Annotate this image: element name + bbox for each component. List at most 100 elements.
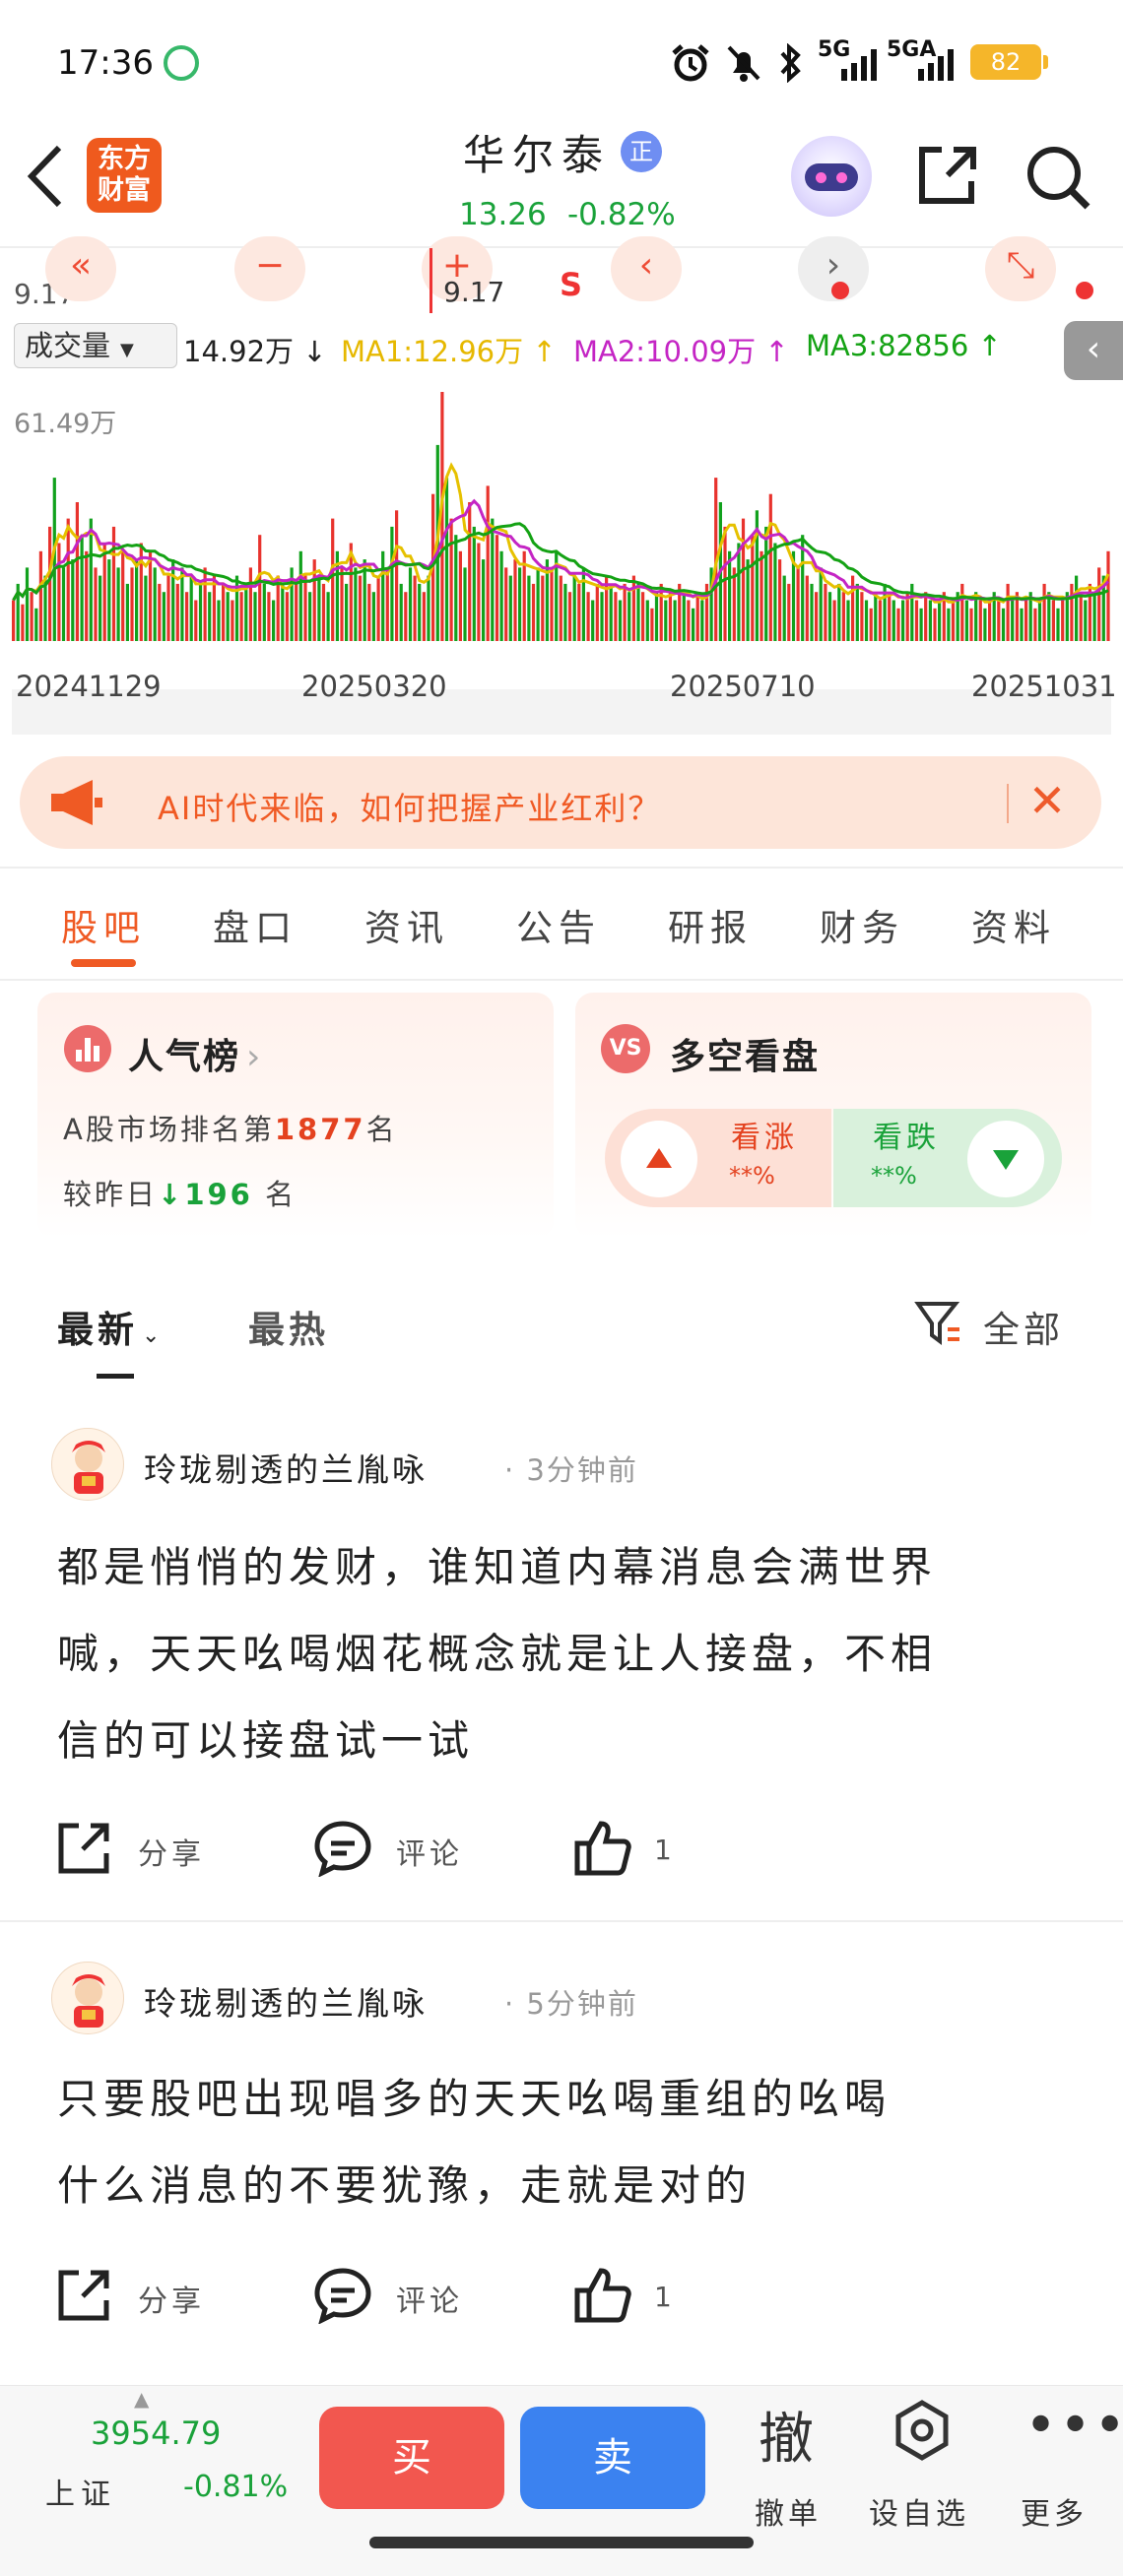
post1-time: · 3分钟前: [504, 1453, 638, 1487]
post1-content[interactable]: 都是悄悄的发财，谁知道内幕消息会满世界 喊，天天吆喝烟花概念就是让人接盘，不相 …: [57, 1524, 1082, 1784]
index-value[interactable]: 3954.79: [91, 2415, 221, 2452]
tab-active-indicator: [71, 959, 136, 967]
volume-chart[interactable]: 61.49万: [12, 380, 1111, 735]
volume-bar: [577, 583, 581, 641]
volume-bar: [1061, 600, 1065, 641]
volume-value-text: 14.92万: [183, 335, 295, 368]
volume-bar: [102, 543, 106, 641]
vs-icon: VS: [601, 1024, 650, 1073]
popularity-title[interactable]: 人气榜 ›: [128, 1028, 262, 1079]
post1-comment-label[interactable]: 评论: [396, 1830, 463, 1873]
volume-bar: [888, 592, 892, 641]
volume-bar: [919, 608, 923, 641]
volume-bar: [581, 567, 585, 641]
bear-circle: [967, 1121, 1044, 1197]
volume-bar: [194, 600, 198, 641]
volume-bar: [737, 543, 741, 641]
volume-bar: [572, 575, 576, 641]
volume-bar: [518, 567, 522, 641]
ma3-label: MA3:82856 ↑: [806, 329, 1002, 362]
volume-bar: [404, 592, 408, 641]
back-icon[interactable]: [24, 144, 67, 209]
volume-bar: [805, 575, 809, 641]
post1-comment-icon[interactable]: [313, 1820, 372, 1877]
fullscreen-icon[interactable]: ⤡: [985, 236, 1056, 301]
volume-bar: [1079, 592, 1083, 641]
indicator-select[interactable]: 成交量 ▼: [14, 323, 177, 368]
volume-bar: [395, 510, 399, 641]
first-page-icon[interactable]: «: [45, 236, 116, 301]
volume-bar: [317, 575, 321, 641]
post2-share-label[interactable]: 分享: [138, 2277, 205, 2320]
stock-badge: 正: [621, 131, 662, 172]
volume-bar: [162, 592, 165, 641]
volume-bar: [371, 592, 375, 641]
volume-bar: [513, 559, 517, 641]
volume-bar: [21, 604, 25, 641]
filter-icon[interactable]: [914, 1298, 963, 1347]
tab-announcements[interactable]: 公告: [516, 898, 601, 951]
share-external-icon[interactable]: [914, 144, 979, 209]
volume-bar: [189, 575, 193, 641]
tab-pankou[interactable]: 盘口: [213, 898, 297, 951]
volume-bar: [851, 575, 855, 641]
buy-button[interactable]: 买: [319, 2407, 504, 2509]
alarm-icon: [672, 44, 709, 82]
more-icon[interactable]: •••: [1024, 2399, 1123, 2454]
volume-bar: [878, 600, 882, 641]
post2-content[interactable]: 只要股吧出现唱多的天天吆喝重组的吆喝 什么消息的不要犹豫，走就是对的: [57, 2056, 1082, 2229]
volume-bar: [550, 567, 554, 641]
banner-text[interactable]: AI时代来临，如何把握产业红利？: [158, 784, 661, 829]
ai-assistant-icon[interactable]: [791, 136, 872, 217]
filter-all[interactable]: 全部: [983, 1300, 1064, 1353]
sell-button[interactable]: 卖: [520, 2407, 705, 2509]
post1-share-icon[interactable]: [55, 1820, 112, 1877]
volume-bar: [454, 535, 458, 641]
volume-bar: [650, 608, 654, 641]
prev-icon[interactable]: ‹: [611, 236, 682, 301]
volume-bar: [121, 550, 125, 641]
volume-bar: [855, 583, 859, 641]
index-name[interactable]: 上证: [45, 2470, 116, 2513]
filter-latest[interactable]: 最新 ⌄: [57, 1300, 164, 1353]
banner-close-icon[interactable]: ✕: [1021, 774, 1074, 827]
volume-bar: [1042, 583, 1046, 641]
cancel-order-label[interactable]: 撤单: [755, 2489, 822, 2533]
volume-bar: [586, 592, 590, 641]
post2-username[interactable]: 玲珑剔透的兰胤咏: [144, 1977, 428, 2025]
volume-bar: [458, 550, 462, 641]
post2-share-icon[interactable]: [55, 2267, 112, 2324]
post2-comment-label[interactable]: 评论: [396, 2277, 463, 2320]
volume-bar: [116, 567, 120, 641]
volume-bar: [491, 518, 495, 641]
volume-bar: [38, 550, 42, 641]
volume-bar: [158, 583, 162, 641]
cancel-order-icon[interactable]: 撤: [759, 2395, 814, 2475]
ma3-label-text: MA3:82856: [806, 329, 969, 362]
expand-caret-icon[interactable]: ▲: [134, 2387, 149, 2411]
post1-username[interactable]: 玲珑剔透的兰胤咏: [144, 1444, 428, 1491]
post2-avatar[interactable]: [51, 1962, 124, 2034]
watchlist-label[interactable]: 设自选: [869, 2489, 969, 2533]
zoom-out-icon[interactable]: −: [234, 236, 305, 301]
volume-chart-svg: [12, 392, 1110, 641]
filter-hot[interactable]: 最热: [248, 1300, 329, 1353]
volume-bar: [272, 600, 276, 641]
tab-profile[interactable]: 资料: [971, 898, 1056, 951]
more-label[interactable]: 更多: [1021, 2489, 1088, 2533]
post1-avatar[interactable]: [51, 1428, 124, 1501]
volume-bar: [171, 559, 175, 641]
volume-bar: [1033, 608, 1037, 641]
post1-like-icon[interactable]: [573, 1818, 632, 1877]
collapse-panel-button[interactable]: ‹: [1064, 321, 1123, 380]
volume-bar: [951, 600, 956, 641]
post1-share-label[interactable]: 分享: [138, 1830, 205, 1873]
post2-comment-icon[interactable]: [313, 2267, 372, 2324]
search-icon[interactable]: [1024, 144, 1091, 211]
tab-finance[interactable]: 财务: [820, 898, 904, 951]
post2-like-icon[interactable]: [573, 2265, 632, 2324]
tab-research[interactable]: 研报: [668, 898, 753, 951]
tab-news[interactable]: 资讯: [364, 898, 449, 951]
tab-guba[interactable]: 股吧: [61, 898, 146, 951]
watchlist-icon[interactable]: [892, 2399, 952, 2462]
